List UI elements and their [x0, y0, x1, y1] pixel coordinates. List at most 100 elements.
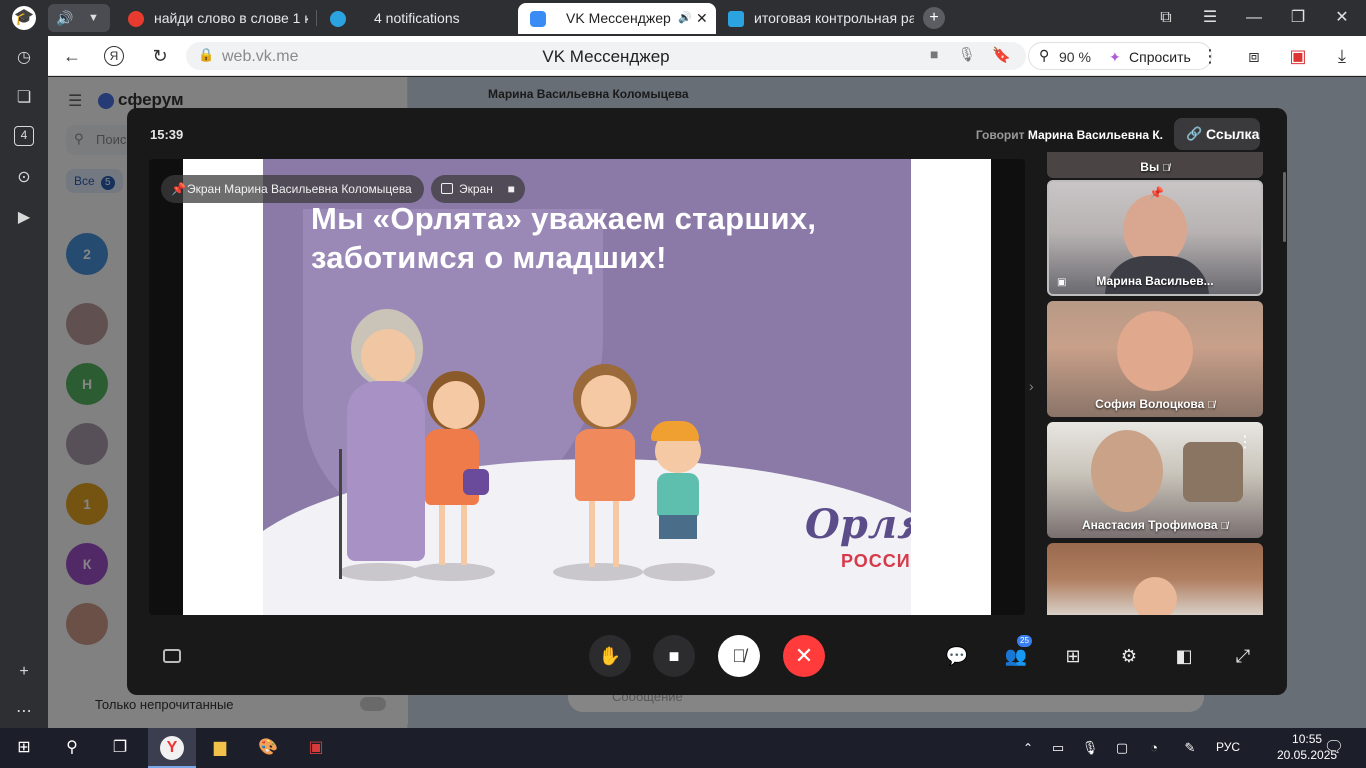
reload-icon[interactable]: ↻: [148, 44, 172, 68]
presentation-app-icon[interactable]: ▣: [302, 734, 330, 762]
history-icon[interactable]: ◷: [12, 46, 36, 70]
figure-shadow: [643, 563, 715, 581]
tab-manager-icon[interactable]: ⧉: [1154, 6, 1178, 30]
reader-icon[interactable]: ⧈: [1242, 44, 1266, 68]
microphone-icon[interactable]: 🎙: [1076, 734, 1104, 762]
play-icon[interactable]: ▶: [12, 206, 36, 230]
girl2-leg: [613, 501, 619, 567]
participant-tile-self[interactable]: Вы 🎙̸: [1047, 152, 1263, 178]
copy-link-button[interactable]: 🔗 Ссылка: [1174, 118, 1260, 150]
yandex-icon[interactable]: Я: [104, 46, 124, 66]
paint-icon[interactable]: 🎨: [254, 734, 282, 762]
pin-icon: 📌: [171, 182, 186, 196]
zoom-icon[interactable]: ⚲: [1039, 47, 1049, 64]
grandma-face: [361, 329, 415, 383]
browser-tab-bar: 🔊 ▼ найди слово в слове 1 кл 4 notificat…: [0, 0, 1366, 36]
network-icon[interactable]: ◔: [1140, 734, 1168, 762]
more-vertical-icon[interactable]: ⋮: [1198, 44, 1222, 68]
search-icon[interactable]: ⚲: [58, 734, 86, 762]
speaking-indicator: Говорит Марина Васильевна К.: [975, 128, 1163, 142]
screen-tag[interactable]: Экран ■: [431, 175, 525, 203]
pin-icon: 📌: [1149, 186, 1164, 200]
girl-leg: [461, 505, 467, 565]
download-icon[interactable]: ⤓: [1330, 44, 1354, 68]
participant-tile-marina[interactable]: 📌 ▣ Марина Васильев...: [1047, 180, 1263, 296]
tab-quiz[interactable]: итоговая контрольная ра: [728, 3, 914, 34]
chat-button[interactable]: 💬: [942, 641, 972, 671]
participant-tile-sofia[interactable]: София Волоцкова 🎙̸: [1047, 301, 1263, 417]
microphone-icon[interactable]: 🎙: [958, 46, 976, 63]
participant-tile-5[interactable]: [1047, 543, 1263, 615]
chevron-right-icon[interactable]: ›: [1029, 378, 1034, 394]
profile-icon[interactable]: 🎓: [12, 6, 36, 30]
camera-icon[interactable]: ⊙: [12, 166, 36, 190]
yandex-browser-icon: Y: [160, 736, 184, 760]
grid-icon: ⊞: [1065, 646, 1081, 666]
yandex-browser-taskbar-icon[interactable]: Y: [148, 728, 196, 768]
more-icon[interactable]: ⋯: [12, 700, 36, 724]
menu-icon[interactable]: ☰: [1198, 6, 1222, 30]
participants-icon: 👥: [1004, 646, 1028, 666]
more-vertical-icon[interactable]: ⋮: [1237, 432, 1253, 452]
chat-bubble-icon: 💬: [945, 646, 969, 666]
screen-record-icon[interactable]: ▢: [1108, 734, 1136, 762]
tab-search[interactable]: найди слово в слове 1 кл: [128, 3, 308, 34]
workspace-4-icon[interactable]: 4: [14, 126, 34, 146]
add-icon[interactable]: +: [12, 660, 36, 684]
tab-divider: [316, 10, 317, 26]
tab-audio-group[interactable]: 🔊 ▼: [48, 4, 110, 32]
bookmark-icon[interactable]: 🔖: [992, 46, 1011, 64]
close-window-button[interactable]: ✕: [1330, 6, 1354, 30]
fullscreen-button[interactable]: ⤢: [1228, 641, 1258, 671]
participant-face: [1091, 430, 1163, 512]
gear-icon: ⚙: [1120, 646, 1138, 666]
ask-button[interactable]: ✦ Спросить: [1107, 43, 1191, 71]
raise-hand-button[interactable]: ✋: [589, 635, 631, 677]
browser-sidebar: 🎓 ◷ ❏ 4 ⊙ ▶ + ⋯: [0, 0, 48, 728]
battery-icon[interactable]: ▭: [1044, 734, 1072, 762]
camera-permission-icon[interactable]: ■: [930, 46, 938, 62]
tab-telegram[interactable]: 4 notifications: [330, 3, 510, 34]
participants-count-badge: 25: [1017, 635, 1032, 647]
participants-scrollbar[interactable]: [1283, 172, 1286, 242]
participant-face: [1133, 577, 1177, 615]
back-icon[interactable]: ←: [60, 44, 84, 68]
windows-start-icon[interactable]: ⊞: [10, 734, 38, 762]
end-call-button[interactable]: ✕: [783, 635, 825, 677]
windows-taskbar: ⊞ ⚲ ❐ Y ▆ 🎨 ▣ ⌃ ▭ 🎙 ▢ ◔ ✎ РУС 10:55 20.0…: [0, 728, 1366, 768]
minimize-button[interactable]: —: [1242, 6, 1266, 30]
grandma-dress: [347, 381, 425, 561]
pen-icon[interactable]: ✎: [1176, 734, 1204, 762]
task-view-icon[interactable]: ❐: [106, 734, 134, 762]
participant-tile-anastasia[interactable]: ⋮ Анастасия Трофимова 🎙̸: [1047, 422, 1263, 538]
orlyata-logo: Орлята РОССИИ: [805, 501, 911, 571]
layout-grid-button[interactable]: ⊞: [1058, 641, 1088, 671]
participant-background: [1183, 442, 1243, 502]
file-explorer-icon[interactable]: ▆: [206, 734, 234, 762]
extension-icon[interactable]: ▣: [1286, 44, 1310, 68]
collections-icon[interactable]: ❏: [12, 86, 36, 110]
minimize-call-button[interactable]: ◧: [1169, 641, 1199, 671]
chevron-up-icon[interactable]: ⌃: [1014, 734, 1042, 762]
telegram-icon: [330, 11, 346, 27]
girl2-dress: [575, 429, 635, 501]
expand-icon: ⤢: [1235, 646, 1251, 666]
participants-button[interactable]: 👥 25: [1001, 635, 1032, 671]
close-icon[interactable]: ✕: [696, 3, 708, 34]
mic-toggle-button[interactable]: 🎙̸: [718, 635, 760, 677]
boy-cap: [651, 421, 699, 441]
tab-vk-messenger[interactable]: VK Мессенджер 🔊 ✕: [518, 3, 716, 34]
new-tab-button[interactable]: +: [923, 7, 945, 29]
notifications-icon[interactable]: 🗨: [1320, 734, 1348, 762]
mic-off-icon: 🎙̸: [1207, 400, 1215, 411]
checkmark-icon: [728, 11, 744, 27]
screen-share-button[interactable]: [157, 641, 187, 671]
settings-button[interactable]: ⚙: [1114, 641, 1144, 671]
camera-toggle-button[interactable]: ■: [653, 635, 695, 677]
maximize-button[interactable]: ❐: [1286, 6, 1310, 30]
url-field[interactable]: 🔒 web.vk.me VK Мессенджер ■ 🎙 🔖: [186, 42, 1026, 70]
shared-screen[interactable]: Орлята РОССИИ Мы «Орлята» уважаем старши…: [149, 159, 1025, 615]
figure-shadow: [411, 563, 495, 581]
input-language[interactable]: РУС: [1216, 740, 1240, 754]
mic-off-icon: 🎙̸: [1162, 163, 1170, 174]
